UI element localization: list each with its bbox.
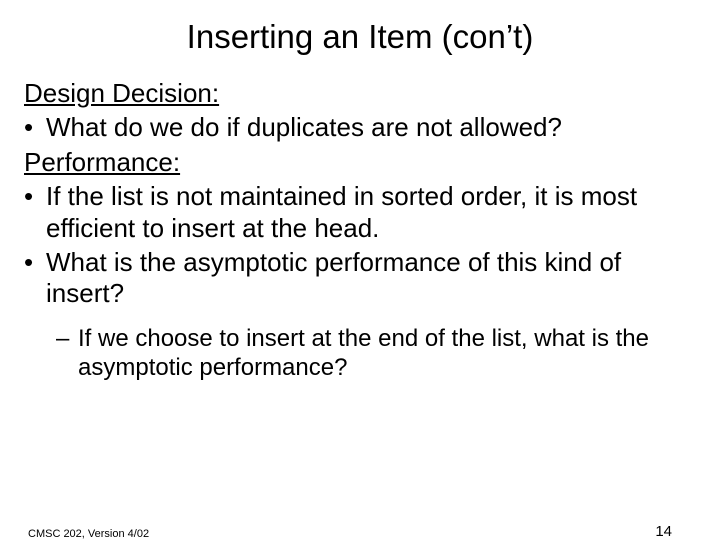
slide-title: Inserting an Item (con’t) <box>0 18 720 56</box>
sub-bullet-item: – If we choose to insert at the end of t… <box>24 324 696 383</box>
bullet-item: • What is the asymptotic performance of … <box>24 247 696 310</box>
bullet-icon: • <box>24 247 46 310</box>
bullet-icon: • <box>24 181 46 244</box>
section-heading-performance: Performance: <box>24 147 696 179</box>
slide: Inserting an Item (con’t) Design Decisio… <box>0 18 720 540</box>
bullet-text: If the list is not maintained in sorted … <box>46 181 696 244</box>
footer-page-number: 14 <box>655 523 672 540</box>
bullet-text: What do we do if duplicates are not allo… <box>46 112 696 144</box>
slide-body: Design Decision: • What do we do if dupl… <box>0 78 720 383</box>
section-heading-design: Design Decision: <box>24 78 696 110</box>
dash-icon: – <box>56 324 78 383</box>
sub-bullet-text: If we choose to insert at the end of the… <box>78 324 696 383</box>
footer-course-version: CMSC 202, Version 4/02 <box>28 528 149 540</box>
bullet-text: What is the asymptotic performance of th… <box>46 247 696 310</box>
bullet-item: • If the list is not maintained in sorte… <box>24 181 696 244</box>
bullet-item: • What do we do if duplicates are not al… <box>24 112 696 144</box>
bullet-icon: • <box>24 112 46 144</box>
